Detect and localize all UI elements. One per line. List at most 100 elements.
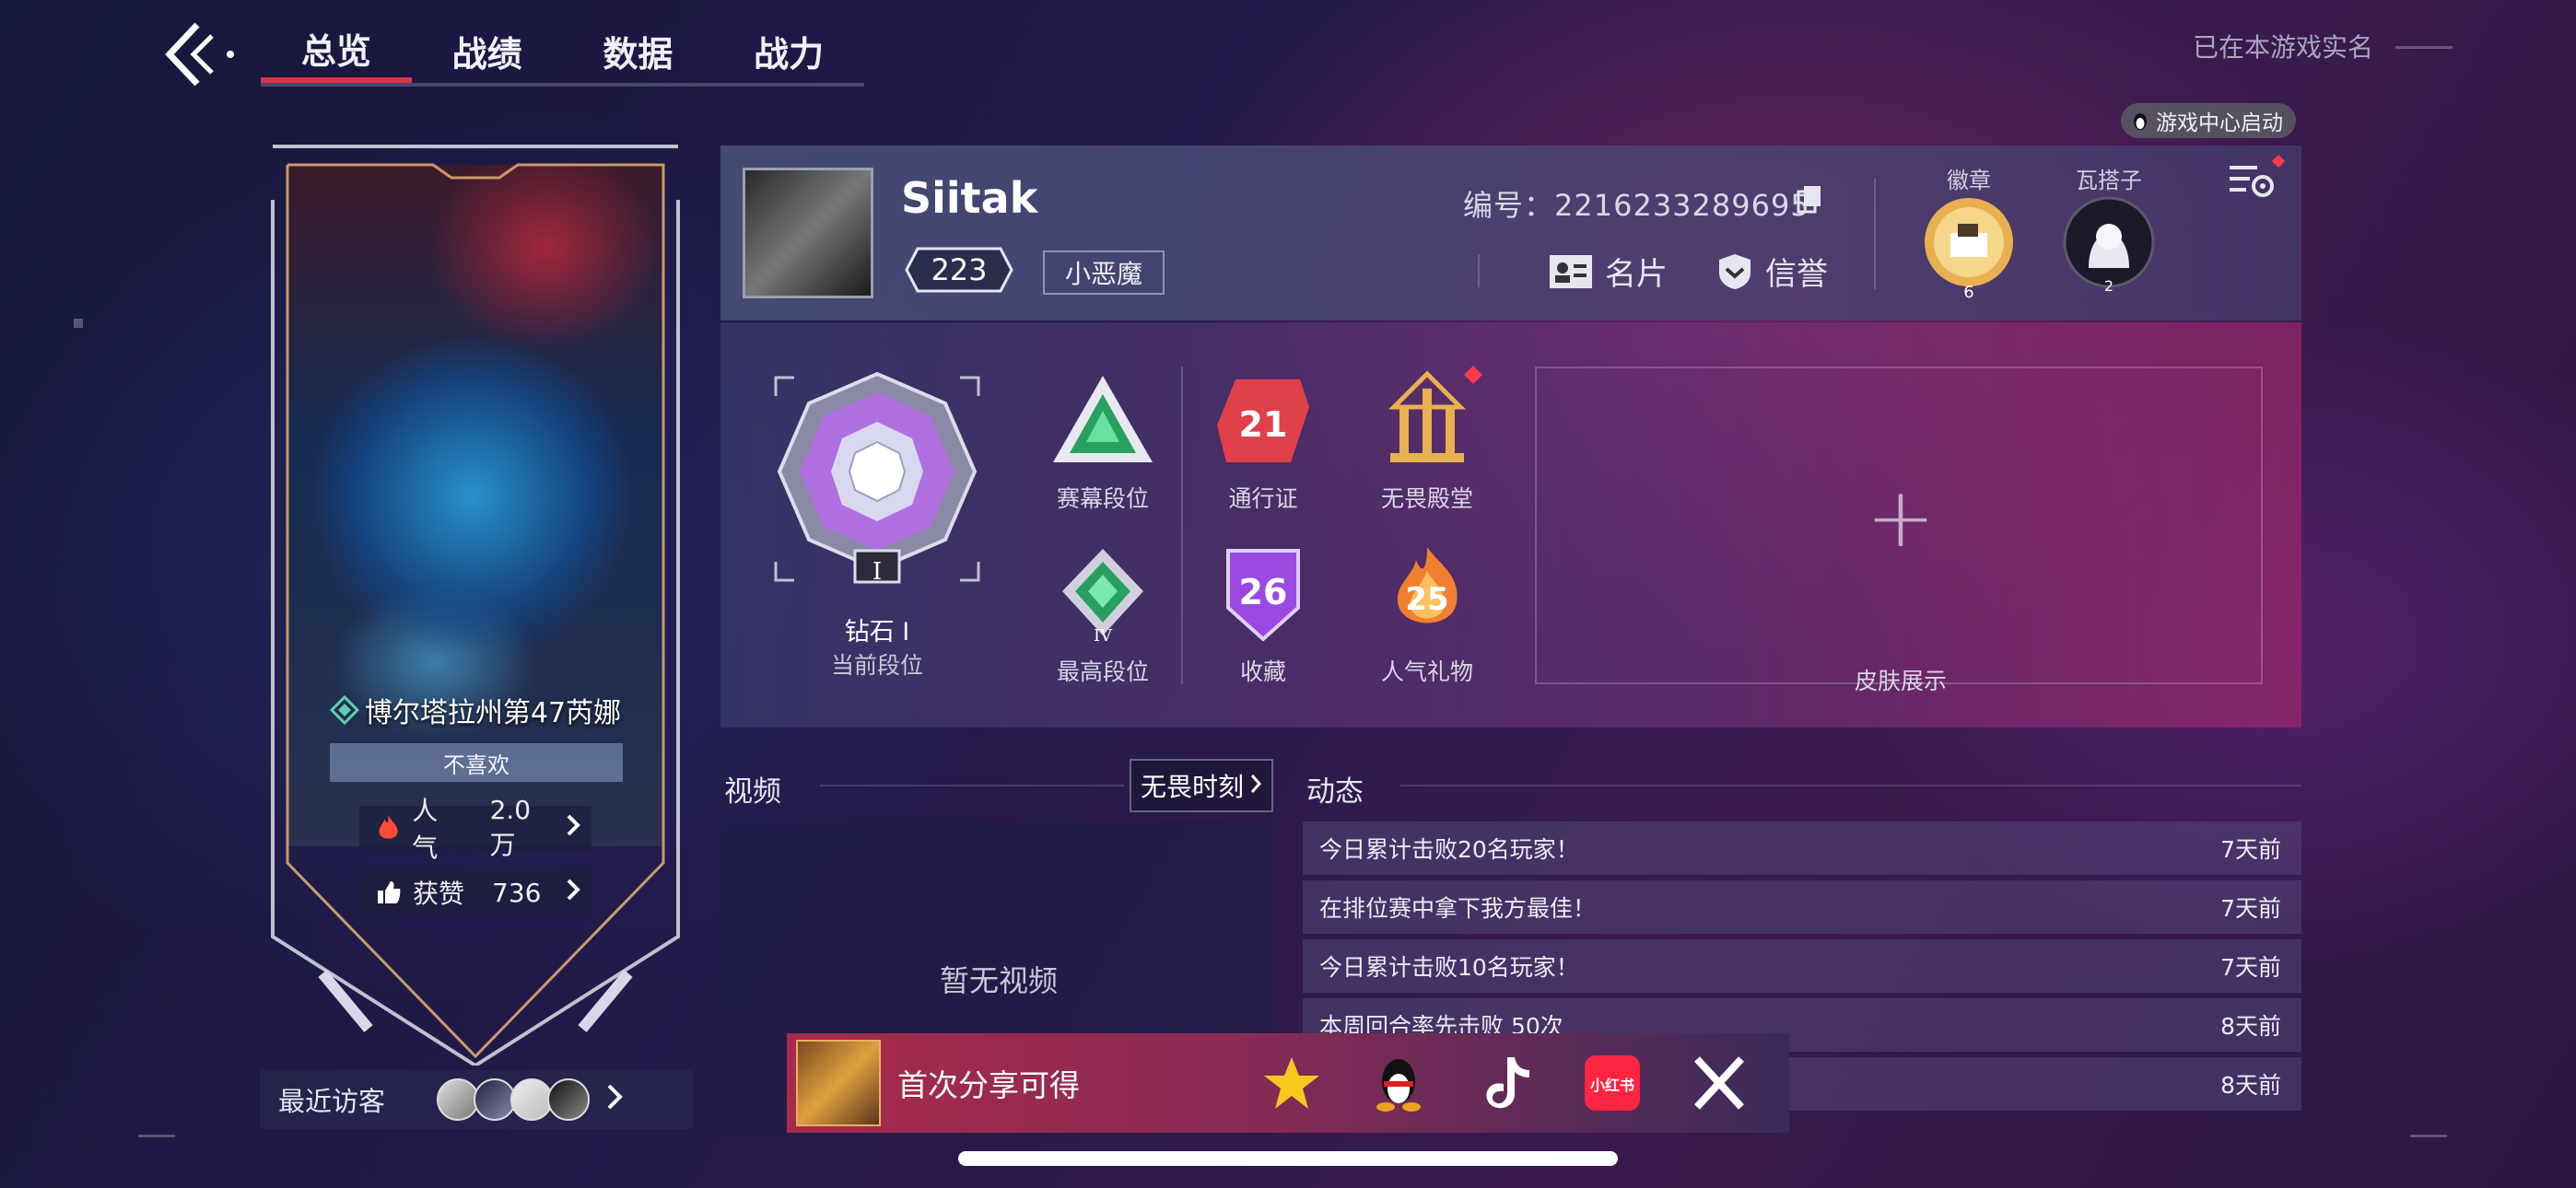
game-center-badge[interactable]: 游戏中心启动 — [2121, 103, 2296, 138]
realname-divider — [2395, 46, 2453, 49]
x-icon[interactable] — [1686, 1050, 1752, 1116]
popular-gift-item[interactable]: 25 人气礼物 — [1358, 543, 1496, 687]
fearless-moments-button[interactable]: 无畏时刻 — [1130, 759, 1273, 812]
share-text: 首次分享可得 — [897, 1067, 1080, 1103]
current-rank[interactable]: I 钻石 I 当前段位 — [757, 368, 997, 679]
tab-bar: 总览 战绩 数据 战力 — [261, 18, 864, 87]
diamond-rank-emblem-icon — [774, 371, 980, 584]
player-title-tag[interactable]: 小恶魔 — [1043, 250, 1165, 295]
collection-shield-icon: 26 — [1226, 549, 1300, 642]
divider — [820, 785, 1124, 786]
share-icons: 小红书 — [1259, 1050, 1752, 1116]
ward-slot[interactable]: 瓦搭子 2 — [2058, 162, 2160, 319]
recent-visitors[interactable]: 最近访客 — [260, 1070, 693, 1129]
chevron-right-icon — [566, 813, 580, 844]
recent-visitors-label: 最近访客 — [278, 1086, 386, 1117]
feed-row-time: 7天前 — [2220, 836, 2281, 863]
likes-label: 获赞 — [413, 879, 465, 909]
player-level: 223 — [931, 252, 988, 287]
tab-overview[interactable]: 总览 — [261, 18, 412, 83]
realname-status: 已在本游戏实名 — [2193, 32, 2374, 63]
likes-pill[interactable]: 获赞 736 — [359, 870, 591, 914]
visitor-avatars — [437, 1078, 591, 1121]
feed-section-title: 动态 — [1306, 775, 1364, 809]
season-rank-caption: 赛幕段位 — [1056, 485, 1149, 512]
feed-row[interactable]: 今日累计击败20名玩家！ 7天前 — [1303, 821, 2301, 875]
player-name: Siitak — [901, 173, 1038, 223]
home-indicator[interactable] — [958, 1151, 1618, 1166]
hero-card-frame — [271, 145, 680, 1066]
badge-label: 徽章 — [1947, 168, 1991, 193]
fire-icon — [379, 815, 398, 839]
battle-pass-icon: 21 — [1217, 379, 1309, 462]
ward-label: 瓦搭子 — [2076, 168, 2142, 193]
profile-panel: Siitak 223 小恶魔 编号：2216233289695 名片 信誉 徽章… — [720, 146, 2301, 320]
dislike-button[interactable]: 不喜欢 — [330, 743, 623, 782]
game-center-label: 游戏中心启动 — [2156, 111, 2283, 135]
qzone-icon[interactable] — [1259, 1050, 1325, 1116]
skin-showcase[interactable]: + 皮肤展示 — [1535, 367, 2263, 694]
collection-item[interactable]: 26 收藏 — [1194, 543, 1332, 687]
hall-item[interactable]: 无畏殿堂 — [1358, 370, 1496, 514]
video-section-title: 视频 — [724, 775, 781, 809]
tab-data[interactable]: 数据 — [563, 18, 714, 83]
highest-rank-item[interactable]: IV 最高段位 — [1034, 543, 1172, 687]
hero-name: 博尔塔拉州第47芮娜 — [267, 690, 684, 730]
player-level-badge: 223 — [905, 247, 1013, 293]
reward-chest-icon — [796, 1040, 881, 1126]
chevron-right-icon — [606, 1083, 623, 1117]
skin-caption: 皮肤展示 — [1854, 668, 1947, 694]
feed-row-text: 今日累计击败20名玩家！ — [1319, 836, 1579, 863]
copy-icon[interactable] — [1797, 184, 1824, 214]
feed-row-time: 7天前 — [2220, 895, 2281, 922]
business-card-label: 名片 — [1605, 256, 1668, 293]
rank-diamond-icon — [329, 695, 359, 725]
tab-record[interactable]: 战绩 — [412, 18, 563, 83]
current-rank-caption: 当前段位 — [830, 652, 923, 679]
hall-caption: 无畏殿堂 — [1380, 485, 1473, 512]
highest-rank-caption: 最高段位 — [1056, 658, 1149, 685]
back-button[interactable] — [147, 13, 249, 96]
player-id-label: 编号： — [1463, 188, 1555, 223]
share-banner: 首次分享可得 小红书 — [787, 1033, 1789, 1133]
douyin-icon[interactable] — [1472, 1050, 1539, 1116]
battle-pass-level: 21 — [1239, 404, 1288, 445]
divider — [1181, 367, 1183, 684]
highest-rank-numeral: IV — [1094, 626, 1113, 645]
season-rank-emblem-icon — [1053, 376, 1153, 462]
battle-pass-item[interactable]: 21 通行证 — [1194, 370, 1332, 514]
chevron-right-icon — [1249, 771, 1262, 801]
fearless-moments-label: 无畏时刻 — [1140, 772, 1244, 802]
feed-row-time: 7天前 — [2220, 954, 2281, 981]
xiaohongshu-icon[interactable]: 小红书 — [1579, 1050, 1645, 1116]
player-avatar[interactable] — [743, 168, 873, 298]
rank-panel: I 钻石 I 当前段位 赛幕段位 21 通行证 无畏殿堂 IV 最高段位 26 — [720, 322, 2301, 728]
credit-shield-icon — [1719, 253, 1751, 289]
hero-card[interactable]: 博尔塔拉州第47芮娜 不喜欢 人气 2.0万 获赞 736 — [267, 145, 684, 1066]
tab-power[interactable]: 战力 — [713, 18, 864, 83]
decor-dash — [2410, 1135, 2447, 1137]
badge-slot[interactable]: 徽章 6 — [1918, 162, 2020, 319]
plus-icon: + — [1866, 470, 1936, 566]
player-id-value: 2216233289695 — [1554, 188, 1810, 223]
feed-row[interactable]: 在排位赛中拿下我方最佳！ 7天前 — [1303, 880, 2301, 934]
feed-row[interactable]: 今日累计击败10名玩家！ 7天前 — [1303, 939, 2301, 993]
business-card-button[interactable]: 名片 — [1548, 249, 1668, 294]
credit-label: 信誉 — [1765, 256, 1828, 293]
thumbs-up-icon — [378, 881, 401, 903]
decor-dash — [138, 1135, 175, 1137]
current-rank-name: 钻石 I — [844, 618, 910, 646]
player-id: 编号：2216233289695 — [1463, 182, 1810, 225]
popular-gift-flame-icon: 25 — [1397, 547, 1458, 623]
popularity-pill[interactable]: 人气 2.0万 — [359, 795, 591, 863]
qq-icon[interactable] — [1365, 1050, 1432, 1116]
credit-button[interactable]: 信誉 — [1715, 249, 1828, 294]
season-rank-item[interactable]: 赛幕段位 — [1034, 370, 1172, 514]
divider — [1478, 254, 1480, 287]
ward-avatar-icon — [2063, 196, 2155, 288]
feed-row-time: 8天前 — [2220, 1072, 2281, 1099]
divider — [1874, 179, 1876, 289]
profile-settings-button[interactable] — [2226, 154, 2286, 206]
hall-temple-icon — [1388, 370, 1467, 462]
popularity-value: 2.0万 — [489, 794, 532, 860]
